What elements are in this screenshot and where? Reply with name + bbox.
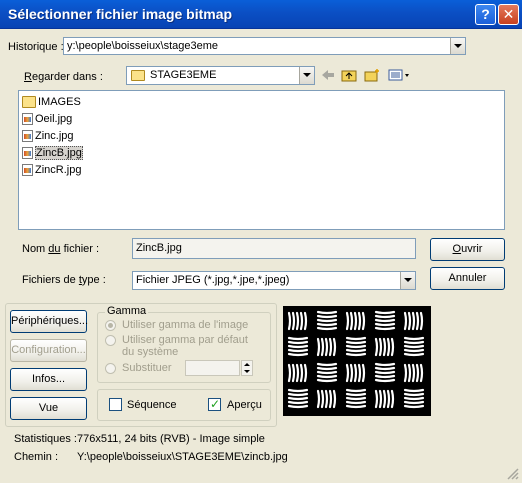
stats-value: 776x511, 24 bits (RVB) - Image simple [77, 433, 265, 445]
path-value: Y:\people\boisseiux\STAGE3EME\zincb.jpg [77, 451, 288, 463]
path-label: Chemin : [14, 451, 59, 463]
history-value: y:\people\boisseiux\stage3eme [67, 40, 219, 52]
filename-label: Nom du fichier : [22, 243, 100, 255]
sequence-checkbox[interactable] [109, 398, 122, 411]
cancel-button[interactable]: Annuler [430, 267, 505, 290]
configuration-button[interactable]: Configuration... [10, 339, 87, 362]
list-item-selected[interactable]: ZincB.jpg [22, 146, 83, 163]
devices-button[interactable]: Périphériques... [10, 310, 88, 333]
resize-grip-icon[interactable] [505, 466, 519, 480]
image-file-icon [22, 164, 33, 177]
history-label: Historique : [8, 41, 64, 53]
filename-value: ZincB.jpg [136, 242, 182, 254]
filename-field[interactable]: ZincB.jpg [132, 238, 416, 259]
gamma-title: Gamma [105, 305, 149, 317]
look-in-value: STAGE3EME [150, 69, 217, 81]
preview-label: Aperçu [227, 399, 262, 411]
up-folder-icon[interactable] [341, 68, 357, 82]
gamma-image-label: Utiliser gamma de l'image [122, 319, 249, 331]
gamma-system-label-1: Utiliser gamma par défaut [122, 334, 248, 346]
folder-icon [131, 70, 145, 81]
history-combo[interactable]: y:\people\boisseiux\stage3eme [63, 37, 466, 55]
preview-checkbox[interactable] [208, 397, 221, 411]
gamma-image-radio[interactable] [105, 320, 116, 331]
image-file-icon [22, 130, 33, 143]
image-file-icon [22, 147, 33, 160]
help-button[interactable]: ? [475, 4, 496, 25]
folder-icon [22, 96, 36, 109]
look-in-combo[interactable]: STAGE3EME [126, 66, 315, 85]
chevron-down-icon[interactable] [299, 67, 314, 84]
file-list[interactable]: IMAGES Oeil.jpg Zinc.jpg ZincB.jpg ZincR… [18, 90, 505, 230]
image-file-icon [22, 113, 33, 126]
filetype-label: Fichiers de type : [22, 274, 106, 286]
close-button[interactable]: ✕ [498, 4, 519, 25]
window-title: Sélectionner fichier image bitmap [8, 6, 233, 22]
gamma-system-radio[interactable] [105, 335, 116, 346]
preview-image [283, 306, 431, 416]
back-arrow-icon[interactable] [320, 68, 336, 82]
open-button[interactable]: Ouvrir [430, 238, 505, 261]
list-item[interactable]: IMAGES [22, 96, 81, 112]
gamma-system-label-2: du système [122, 346, 179, 358]
gamma-substitute-radio[interactable] [105, 363, 116, 374]
chevron-down-icon[interactable] [400, 272, 415, 289]
gamma-value-field[interactable] [185, 360, 240, 376]
look-in-label: Regarder dans : [24, 71, 103, 83]
list-item[interactable]: ZincR.jpg [22, 164, 81, 180]
new-folder-icon[interactable] [364, 68, 380, 82]
view-button[interactable]: Vue [10, 397, 87, 420]
filetype-combo[interactable]: Fichier JPEG (*.jpg,*.jpe,*.jpeg) [132, 271, 416, 290]
filetype-value: Fichier JPEG (*.jpg,*.jpe,*.jpeg) [136, 274, 290, 286]
stats-label: Statistiques : [14, 433, 77, 445]
list-item[interactable]: Oeil.jpg [22, 113, 72, 129]
gamma-spinner[interactable] [241, 360, 253, 376]
gamma-substitute-label: Substituer [122, 362, 172, 374]
info-button[interactable]: Infos... [10, 368, 87, 391]
chevron-down-icon[interactable] [450, 38, 465, 54]
list-item[interactable]: Zinc.jpg [22, 130, 74, 146]
view-menu-icon[interactable] [388, 68, 412, 82]
sequence-label: Séquence [127, 399, 177, 411]
